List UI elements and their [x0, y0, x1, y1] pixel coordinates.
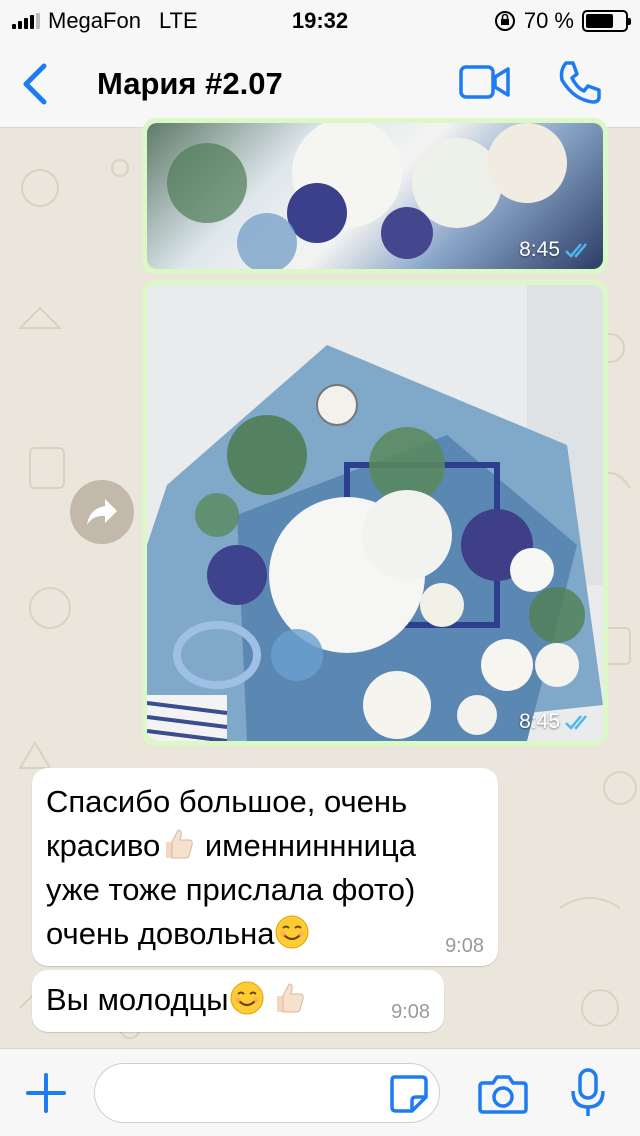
message-time: 8:45 — [519, 238, 560, 261]
message-text: Вы молодцы — [46, 982, 229, 1017]
phone-icon[interactable] — [556, 58, 604, 106]
chat-header: Мария #2.07 — [0, 40, 640, 128]
sticker-icon[interactable] — [386, 1071, 430, 1115]
thumbs-up-emoji-icon — [276, 983, 304, 1013]
status-bar: MegaFon LTE 19:32 70 % — [0, 0, 640, 40]
bouquet-photo[interactable] — [147, 285, 603, 741]
smiling-face-emoji-icon — [230, 981, 264, 1015]
battery-percent: 70 % — [523, 8, 574, 33]
message-text: красиво — [46, 828, 161, 863]
plus-icon[interactable] — [24, 1071, 68, 1115]
camera-icon[interactable] — [478, 1071, 528, 1115]
message-time: 9:08 — [445, 935, 484, 957]
message-line: красиво именниннница — [46, 824, 484, 868]
orientation-lock-icon — [494, 11, 515, 31]
incoming-message[interactable]: Спасибо большое, очень красиво именниннн… — [32, 768, 498, 966]
message-line: очень довольна — [46, 912, 484, 956]
message-time: 9:08 — [391, 1001, 430, 1023]
thumbs-up-emoji-icon — [166, 829, 193, 859]
chevron-left-icon[interactable] — [16, 60, 56, 108]
status-right: 70 % — [494, 8, 631, 34]
forward-button[interactable] — [70, 480, 134, 544]
read-receipt-icon — [565, 243, 587, 258]
read-receipt-icon — [565, 715, 587, 730]
message-meta: 8:45 — [519, 710, 594, 734]
video-camera-icon[interactable] — [458, 62, 512, 102]
image-message[interactable]: 8:45 — [142, 118, 608, 274]
forward-arrow-icon — [87, 499, 117, 525]
smiling-face-emoji-icon — [275, 915, 309, 949]
message-input-bar — [0, 1048, 640, 1136]
message-line: уже тоже прислала фото) — [46, 872, 416, 907]
message-text: именниннница — [196, 828, 416, 863]
incoming-message[interactable]: Вы молодцы 9:08 — [32, 970, 444, 1032]
microphone-icon[interactable] — [568, 1067, 608, 1119]
image-message[interactable]: 8:45 — [142, 280, 608, 746]
contact-name[interactable]: Мария #2.07 — [97, 66, 283, 102]
message-time: 8:45 — [519, 710, 560, 733]
battery-icon — [582, 10, 631, 32]
message-text: очень довольна — [46, 916, 275, 951]
message-line: Спасибо большое, очень — [46, 784, 408, 819]
message-meta: 8:45 — [519, 238, 594, 262]
